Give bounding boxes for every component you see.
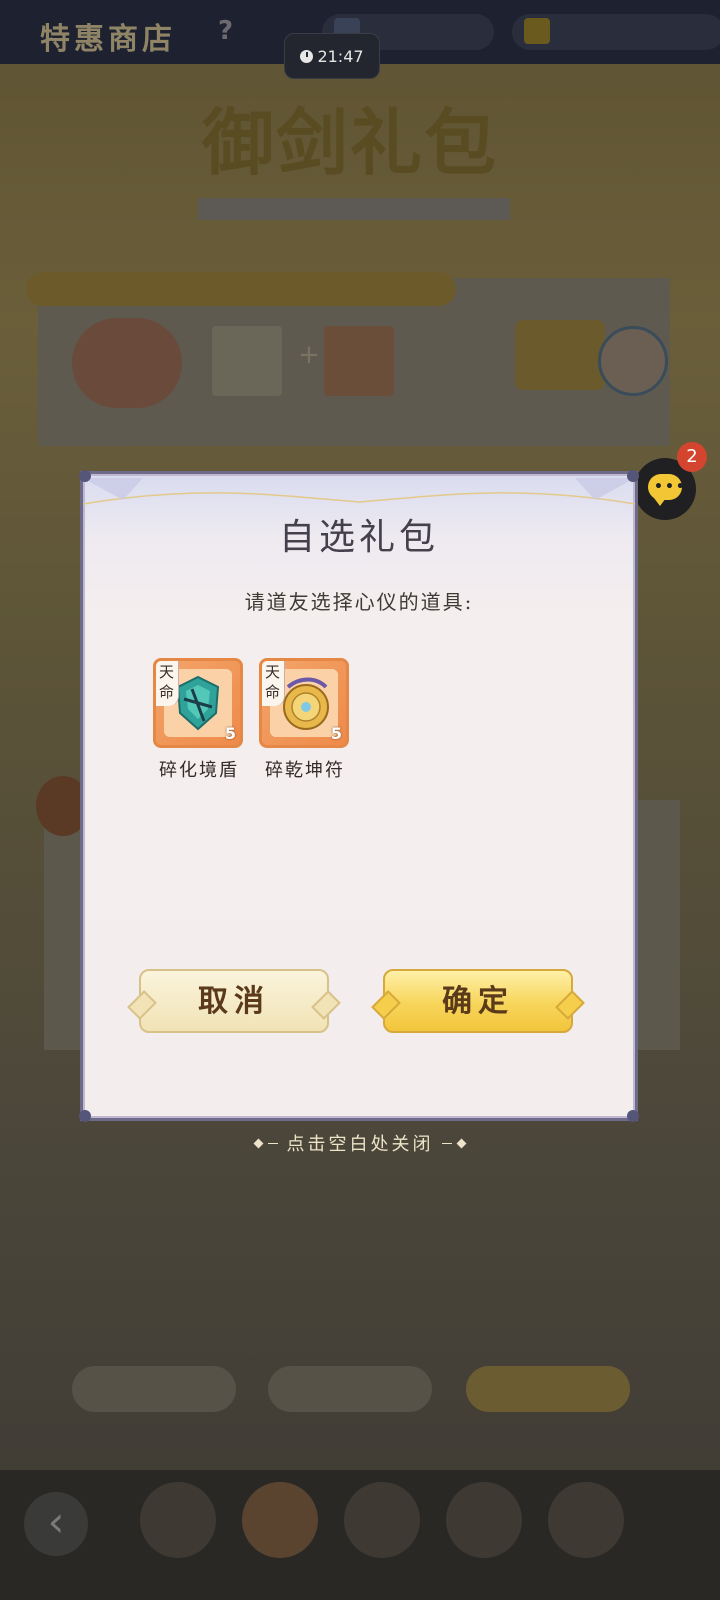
status-clock: 21:47 [284, 33, 380, 79]
page-title-dimmed: 特惠商店 [40, 22, 176, 57]
cancel-button-label: 取消 [198, 984, 270, 1019]
chat-unread-badge: 2 [677, 442, 707, 472]
background-item-2 [324, 326, 394, 396]
nav-item-4 [446, 1482, 522, 1558]
help-icon: ? [218, 16, 234, 46]
confirm-button-label: 确定 [442, 984, 514, 1019]
cancel-button[interactable]: 取消 [127, 969, 341, 1033]
item-star-count: 5 [224, 724, 236, 743]
item-frame: 天命 5 [259, 658, 349, 748]
background-buy-button [515, 320, 605, 390]
item-name: 碎乾坤符 [265, 760, 345, 781]
background-pack-art [72, 318, 182, 408]
divider [267, 1143, 278, 1144]
dialog-prompt: 请道友选择心仪的道具: [244, 590, 474, 614]
corner-ornament [627, 1110, 639, 1122]
plus-icon: + [298, 340, 320, 370]
item-name: 碎化境盾 [159, 760, 239, 781]
background-item-1 [212, 326, 282, 396]
nav-item-2 [242, 1482, 318, 1558]
status-time: 21:47 [317, 47, 364, 66]
close-hint-text: 点击空白处关闭 [286, 1134, 434, 1155]
background-tab-2 [268, 1366, 432, 1412]
item-star-count: 5 [330, 724, 342, 743]
corner-ornament [627, 470, 639, 482]
background-pack-tag [26, 272, 456, 306]
divider [442, 1143, 453, 1144]
diamond-ornament-icon [456, 1138, 467, 1149]
item-tag: 天命 [156, 661, 179, 706]
button-notch [371, 990, 401, 1020]
avatar [598, 326, 668, 396]
dialog-title: 自选礼包 [278, 517, 439, 558]
diamond-ornament-icon [253, 1138, 264, 1149]
event-banner-subtitle [198, 198, 510, 220]
back-arrow-icon: ‹ [24, 1492, 88, 1556]
clock-icon [300, 50, 314, 63]
button-notch [555, 990, 585, 1020]
event-banner-art: 御剑礼包 [201, 100, 498, 185]
corner-ornament [79, 1110, 91, 1122]
item-tag: 天命 [262, 661, 285, 706]
item-frame: 天命 5 [153, 658, 243, 748]
chat-dots-icon: ••• [654, 479, 687, 495]
close-hint[interactable]: 点击空白处关闭 [0, 1130, 720, 1156]
nav-item-3 [344, 1482, 420, 1558]
lightning-icon [524, 18, 550, 44]
background-tab-3 [466, 1366, 630, 1412]
currency-energy [512, 14, 720, 50]
select-gift-dialog: 自选礼包 请道友选择心仪的道具: 天命 5 碎化境盾 天命 5 碎乾坤符 取消 … [79, 470, 639, 1122]
confirm-button[interactable]: 确定 [371, 969, 585, 1033]
nav-item-5 [548, 1482, 624, 1558]
corner-ornament [79, 470, 91, 482]
nav-item-1 [140, 1482, 216, 1558]
button-notch [127, 990, 157, 1020]
background-tab-1 [72, 1366, 236, 1412]
button-notch [311, 990, 341, 1020]
